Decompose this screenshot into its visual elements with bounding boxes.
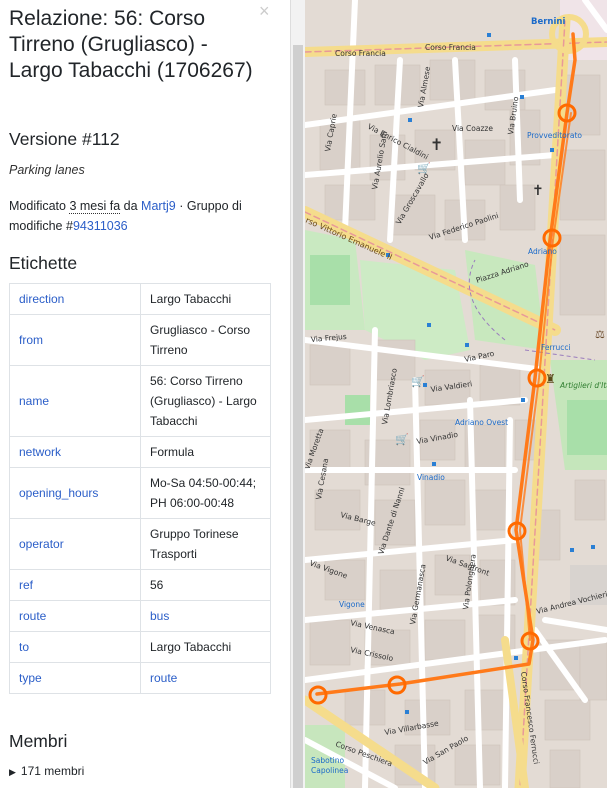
members-heading: Membri [9,731,68,751]
tag-key[interactable]: from [9,314,141,366]
tag-value: route [140,662,271,694]
tag-row: name 56: Corso Tirreno (Grugliasco) - Lar… [9,365,271,437]
tag-row: from Grugliasco - Corso Tirreno [9,314,271,366]
map-label: Corso Francia [335,49,386,58]
tag-row: network Formula [9,436,271,468]
map-label: Bernini [531,17,565,27]
tag-value-link[interactable]: bus [150,609,169,623]
expand-triangle-icon: ▶ [9,767,16,777]
tag-value: bus [140,600,271,632]
tag-key[interactable]: name [9,365,141,437]
monument-icon: ♜ [545,372,556,386]
tag-row: opening_hours Mo-Sa 04:50-00:44; PH 06:00… [9,467,271,519]
map-label: Vinadio [417,473,445,482]
map-label: Ferrucci [541,343,571,352]
map-label: Vigone [339,600,365,609]
tag-key[interactable]: ref [9,569,141,601]
tag-key[interactable]: to [9,631,141,663]
meta-prefix: Modificato [9,199,70,213]
map-label: Capolinea [311,766,348,775]
tag-row: to Largo Tabacchi [9,631,271,663]
tags-heading: Etichette [9,253,78,273]
church-icon: ✝ [430,135,443,154]
members-count: 171 membri [20,764,85,778]
tag-value: Gruppo Torinese Trasporti [140,518,271,570]
tag-value: Grugliasco - Corso Tirreno [140,314,271,366]
tag-key[interactable]: network [9,436,141,468]
map-canvas[interactable]: ✝ ✝ 🛒 🛒 🛒 ♜ ⚖ Corso Francia Corso Franci… [305,0,607,788]
tag-value: Largo Tabacchi [140,631,271,663]
map-label: Via Coazze [452,124,493,133]
map-label: Provveditorato [527,131,582,140]
map-label: Adriano Ovest [455,418,508,427]
tag-key[interactable]: type [9,662,141,694]
edit-time: 3 mesi fa [69,199,121,214]
tag-value: Formula [140,436,271,468]
tag-key[interactable]: direction [9,283,141,315]
tag-value: Largo Tabacchi [140,283,271,315]
scrollbar-thumb[interactable] [293,45,303,788]
tag-key[interactable]: route [9,600,141,632]
map-label: Artiglieri d'Italia [559,381,607,390]
panel-divider[interactable] [290,0,305,788]
meta-by: da [120,199,142,213]
changeset-link[interactable]: 94311036 [73,219,128,233]
tag-row: operator Gruppo Torinese Trasporti [9,518,271,570]
tag-key[interactable]: operator [9,518,141,570]
map-view[interactable]: ✝ ✝ 🛒 🛒 🛒 ♜ ⚖ Corso Francia Corso Franci… [305,0,607,788]
tag-value: 56: Corso Tirreno (Grugliasco) - Largo T… [140,365,271,437]
church-icon: ✝ [532,183,544,199]
tag-key[interactable]: opening_hours [9,467,141,519]
user-link[interactable]: Martj9 [141,199,176,213]
tag-row: route bus [9,600,271,632]
members-toggle[interactable]: ▶ 171 membri [9,764,84,778]
courthouse-icon: ⚖ [595,328,605,341]
map-label: Corso Francia [425,43,476,52]
map-label: Adriano [528,247,557,256]
edit-metadata: Modificato 3 mesi fa da Martj9 · Gruppo … [9,196,274,236]
tag-value: 56 [140,569,271,601]
sidebar: × Relazione: 56: Corso Tirreno (Gruglias… [0,0,290,788]
page-title: Relazione: 56: Corso Tirreno (Grugliasco… [9,7,253,82]
tag-value-link[interactable]: route [150,671,177,685]
shop-icon: 🛒 [411,375,425,388]
tag-row: type route [9,662,271,694]
tag-value: Mo-Sa 04:50-00:44; PH 06:00-00:48 [140,467,271,519]
version-heading: Versione #112 [9,129,120,149]
map-label: Sabotino [311,756,344,765]
close-icon[interactable]: × [259,2,270,20]
changeset-comment: Parking lanes [9,163,85,177]
shop-icon: 🛒 [395,433,409,446]
tags-table: direction Largo Tabacchi from Grugliasco - … [9,283,271,694]
tag-row: ref 56 [9,569,271,601]
tag-row: direction Largo Tabacchi [9,283,271,315]
